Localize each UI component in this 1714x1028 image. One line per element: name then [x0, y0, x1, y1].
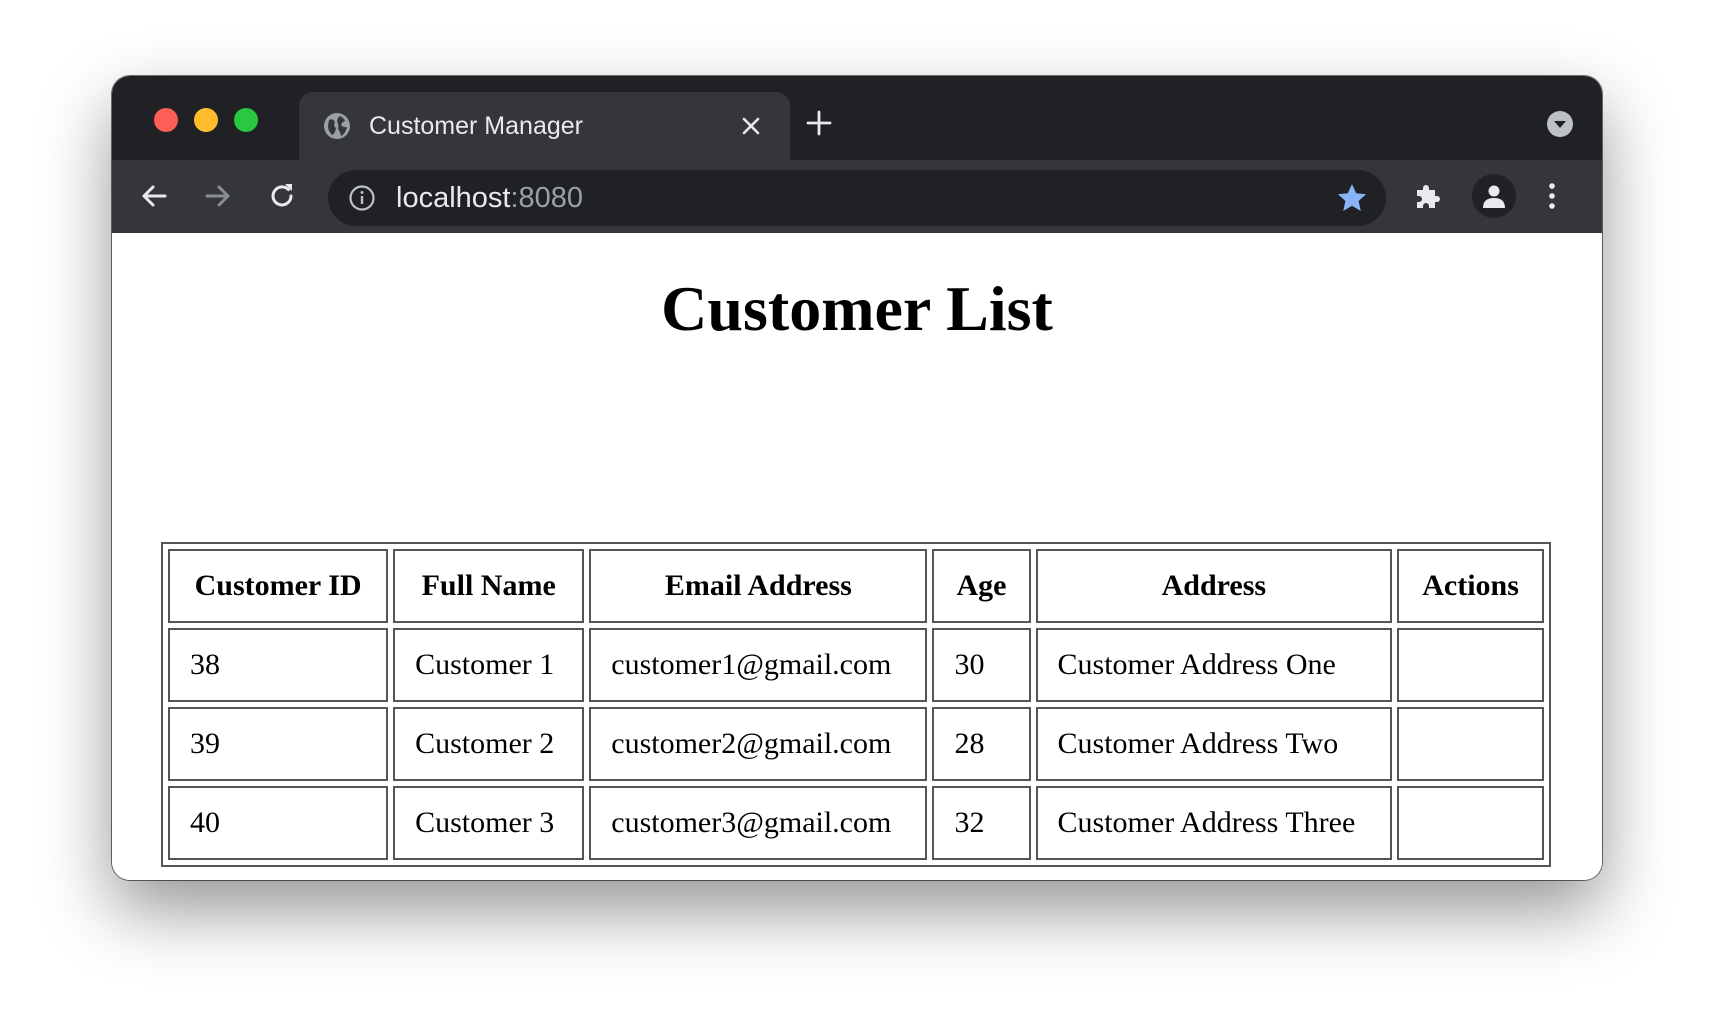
- page-content: Customer List Customer ID Full Name Emai…: [112, 233, 1602, 880]
- url-text: localhost:8080: [396, 182, 583, 214]
- cell-age: 28: [932, 707, 1031, 781]
- browser-window: Customer Manager localhost:8080 Customer…: [112, 76, 1602, 880]
- cell-customer-id: 40: [168, 786, 389, 860]
- cell-email: customer2@gmail.com: [589, 707, 928, 781]
- tab-bar: Customer Manager: [112, 76, 1602, 160]
- cell-email: customer1@gmail.com: [589, 628, 928, 702]
- cell-address: Customer Address Two: [1035, 707, 1393, 781]
- chevron-down-icon[interactable]: [1546, 110, 1574, 138]
- arrow-left-icon[interactable]: [138, 180, 170, 212]
- arrow-right-icon[interactable]: [202, 180, 234, 212]
- cell-email: customer3@gmail.com: [589, 786, 928, 860]
- close-icon[interactable]: [739, 114, 763, 138]
- close-window-button[interactable]: [154, 108, 178, 132]
- header-actions: Actions: [1397, 549, 1544, 623]
- tab-title: Customer Manager: [369, 112, 583, 140]
- cell-age: 32: [932, 786, 1031, 860]
- reload-icon[interactable]: [266, 180, 298, 212]
- info-icon[interactable]: [348, 184, 376, 212]
- table-header-row: Customer ID Full Name Email Address Age …: [168, 549, 1544, 623]
- url-port: :8080: [510, 182, 584, 214]
- cell-actions: [1397, 707, 1544, 781]
- minimize-window-button[interactable]: [194, 108, 218, 132]
- star-icon[interactable]: [1336, 182, 1368, 214]
- address-bar[interactable]: localhost:8080: [328, 170, 1386, 226]
- profile-button[interactable]: [1472, 174, 1516, 218]
- globe-icon: [324, 113, 350, 139]
- maximize-window-button[interactable]: [234, 108, 258, 132]
- header-customer-id: Customer ID: [168, 549, 389, 623]
- table-row: 39 Customer 2 customer2@gmail.com 28 Cus…: [168, 707, 1544, 781]
- active-tab[interactable]: Customer Manager: [299, 92, 790, 160]
- cell-age: 30: [932, 628, 1031, 702]
- browser-toolbar: localhost:8080: [112, 160, 1602, 233]
- table-row: 40 Customer 3 customer3@gmail.com 32 Cus…: [168, 786, 1544, 860]
- cell-full-name: Customer 1: [393, 628, 585, 702]
- header-age: Age: [932, 549, 1031, 623]
- customer-table: Customer ID Full Name Email Address Age …: [161, 542, 1551, 867]
- page-title: Customer List: [661, 273, 1053, 344]
- cell-full-name: Customer 2: [393, 707, 585, 781]
- cell-actions: [1397, 786, 1544, 860]
- table-row: 38 Customer 1 customer1@gmail.com 30 Cus…: [168, 628, 1544, 702]
- header-address: Address: [1035, 549, 1393, 623]
- kebab-icon[interactable]: [1536, 180, 1568, 212]
- url-host: localhost: [396, 182, 511, 214]
- cell-full-name: Customer 3: [393, 786, 585, 860]
- header-email-address: Email Address: [589, 549, 928, 623]
- plus-icon[interactable]: [806, 110, 832, 136]
- header-full-name: Full Name: [393, 549, 585, 623]
- cell-customer-id: 38: [168, 628, 389, 702]
- cell-actions: [1397, 628, 1544, 702]
- person-icon: [1483, 185, 1505, 208]
- cell-customer-id: 39: [168, 707, 389, 781]
- cell-address: Customer Address Three: [1035, 786, 1393, 860]
- cell-address: Customer Address One: [1035, 628, 1393, 702]
- puzzle-icon[interactable]: [1412, 180, 1444, 212]
